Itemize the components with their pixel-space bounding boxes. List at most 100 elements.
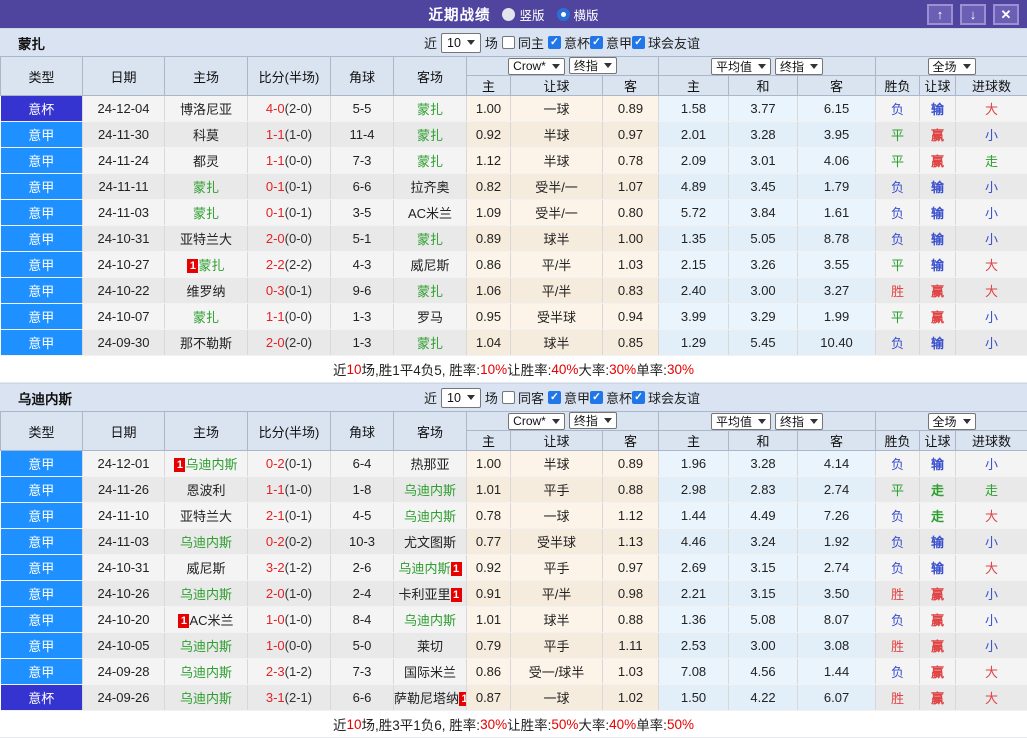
euro-draw-odds-cell: 3.00	[729, 278, 798, 304]
handicap-line-cell: 受一/球半	[511, 659, 603, 685]
match-type-cell: 意杯	[1, 685, 83, 711]
league-checkbox[interactable]: 意杯	[548, 33, 590, 52]
away-team-cell: 乌迪内斯1	[394, 555, 467, 581]
halftime-score: (0-2)	[285, 534, 312, 549]
euro-away-odds-cell: 3.50	[798, 581, 876, 607]
column-header: 类型	[1, 412, 83, 451]
euro-average-select-value: 平均值	[716, 58, 752, 75]
summary-part: 10	[347, 717, 362, 732]
team-name-text: 威尼斯	[410, 258, 449, 273]
recent-count-select[interactable]: 10	[441, 388, 481, 408]
home-team-cell: 博洛尼亚	[165, 96, 248, 122]
league-checkbox[interactable]: 意甲	[548, 388, 590, 407]
results-table: 类型 日期 主场 比分(半场) 角球 客场 Crow*终指 平均值终指 全场 主…	[0, 411, 1027, 711]
match-type-cell: 意甲	[1, 633, 83, 659]
home-team-cell: 乌迪内斯	[165, 581, 248, 607]
euro-average-select[interactable]: 平均值	[711, 413, 771, 430]
handicap-result-cell: 赢	[920, 607, 956, 633]
halftime-score: (1-0)	[285, 612, 312, 627]
league-checkbox[interactable]: 球会友谊	[632, 33, 700, 52]
team-name-text: 恩波利	[186, 483, 225, 498]
close-button[interactable]: ✕	[993, 4, 1019, 25]
away-team-cell: 威尼斯	[394, 252, 467, 278]
fulltime-score: 1-0	[266, 638, 285, 653]
result-cell: 平	[876, 122, 920, 148]
euro-away-odds-cell: 3.08	[798, 633, 876, 659]
euro-draw-odds-cell: 4.22	[729, 685, 798, 711]
match-row: 意甲24-11-11蒙扎0-1(0-1)6-6拉齐奥0.82受半/一1.074.…	[1, 174, 1027, 200]
summary-line: 近10场,胜1平4负5, 胜率:10% 让胜率:40% 大率:30% 单率:30…	[0, 356, 1027, 383]
summary-part: 近	[333, 359, 347, 379]
handicap-result-cell: 赢	[920, 148, 956, 174]
move-down-button[interactable]: ↓	[960, 4, 986, 25]
home-team-cell: 科莫	[165, 122, 248, 148]
corners-cell: 6-6	[331, 174, 394, 200]
handicap-line-cell: 平手	[511, 477, 603, 503]
team-name-text: 蒙扎	[417, 154, 443, 169]
team-name-text: 蒙扎	[193, 180, 219, 195]
handicap-away-odds-cell: 0.89	[603, 451, 659, 477]
euro-average-select[interactable]: 平均值	[711, 58, 771, 75]
date-cell: 24-11-26	[83, 477, 165, 503]
match-scope-select[interactable]: 全场	[928, 413, 976, 430]
team-title: 蒙扎	[0, 33, 45, 53]
euro-away-odds-cell: 7.26	[798, 503, 876, 529]
handicap-home-odds-cell: 0.92	[467, 122, 511, 148]
red-card-badge: 1	[451, 588, 462, 602]
company-stage-select-value: 终指	[574, 57, 598, 74]
handicap-line-cell: 受半球	[511, 304, 603, 330]
company-select[interactable]: Crow*	[508, 58, 565, 75]
team-name-text: 蒙扎	[193, 206, 219, 221]
titlebar: 近期战绩 竖版 横版 ↑ ↓ ✕	[0, 0, 1027, 28]
euro-stage-select[interactable]: 终指	[775, 58, 823, 75]
handicap-home-odds-cell: 0.95	[467, 304, 511, 330]
section-header: 乌迪内斯 近 10 场 同客 意甲意杯球会友谊	[0, 383, 1027, 411]
match-row: 意甲24-10-31亚特兰大2-0(0-0)5-1蒙扎0.89球半1.001.3…	[1, 226, 1027, 252]
recent-count-select[interactable]: 10	[441, 33, 481, 53]
match-type-cell: 意甲	[1, 200, 83, 226]
halftime-score: (0-1)	[285, 179, 312, 194]
euro-stage-select[interactable]: 终指	[775, 413, 823, 430]
sub-column-header: 胜负	[876, 431, 920, 451]
league-checkbox[interactable]: 意甲	[590, 33, 632, 52]
chevron-down-icon	[963, 419, 971, 424]
company-stage-select-value: 终指	[574, 412, 598, 429]
fulltime-score: 1-1	[266, 153, 285, 168]
euro-draw-odds-cell: 5.05	[729, 226, 798, 252]
company-select[interactable]: Crow*	[508, 413, 565, 430]
result-cell: 胜	[876, 685, 920, 711]
match-type-cell: 意甲	[1, 529, 83, 555]
same-venue-checkbox[interactable]: 同客	[502, 388, 544, 407]
company-stage-select[interactable]: 终指	[569, 57, 617, 74]
near-label: 近	[424, 388, 437, 407]
fulltime-score: 1-1	[266, 482, 285, 497]
layout-radio-vertical[interactable]: 竖版	[502, 5, 544, 24]
match-type-cell: 意甲	[1, 252, 83, 278]
match-scope-select[interactable]: 全场	[928, 58, 976, 75]
handicap-home-odds-cell: 0.91	[467, 581, 511, 607]
fulltime-score: 2-3	[266, 664, 285, 679]
handicap-away-odds-cell: 1.07	[603, 174, 659, 200]
checkbox-icon	[590, 36, 603, 49]
goals-result-cell: 小	[956, 529, 1027, 555]
handicap-odds-controls: Crow* 终指	[467, 412, 659, 431]
company-stage-select[interactable]: 终指	[569, 412, 617, 429]
euro-draw-odds-cell: 3.28	[729, 122, 798, 148]
move-up-button[interactable]: ↑	[927, 4, 953, 25]
layout-radio-horizontal[interactable]: 横版	[557, 5, 599, 24]
handicap-away-odds-cell: 1.11	[603, 633, 659, 659]
team-name-text: AC米兰	[189, 613, 233, 628]
same-venue-checkbox[interactable]: 同主	[502, 33, 544, 52]
red-card-badge: 1	[174, 458, 185, 472]
team-name-text: 拉齐奥	[410, 180, 449, 195]
league-filters: 意甲意杯球会友谊	[548, 388, 700, 407]
league-checkbox[interactable]: 意杯	[590, 388, 632, 407]
league-checkbox[interactable]: 球会友谊	[632, 388, 700, 407]
handicap-away-odds-cell: 0.94	[603, 304, 659, 330]
handicap-home-odds-cell: 1.01	[467, 477, 511, 503]
away-team-cell: 乌迪内斯	[394, 477, 467, 503]
goals-result-cell: 小	[956, 226, 1027, 252]
match-row: 意甲24-11-26恩波利1-1(1-0)1-8乌迪内斯1.01平手0.882.…	[1, 477, 1027, 503]
fulltime-score: 0-1	[266, 205, 285, 220]
halftime-score: (0-0)	[285, 638, 312, 653]
